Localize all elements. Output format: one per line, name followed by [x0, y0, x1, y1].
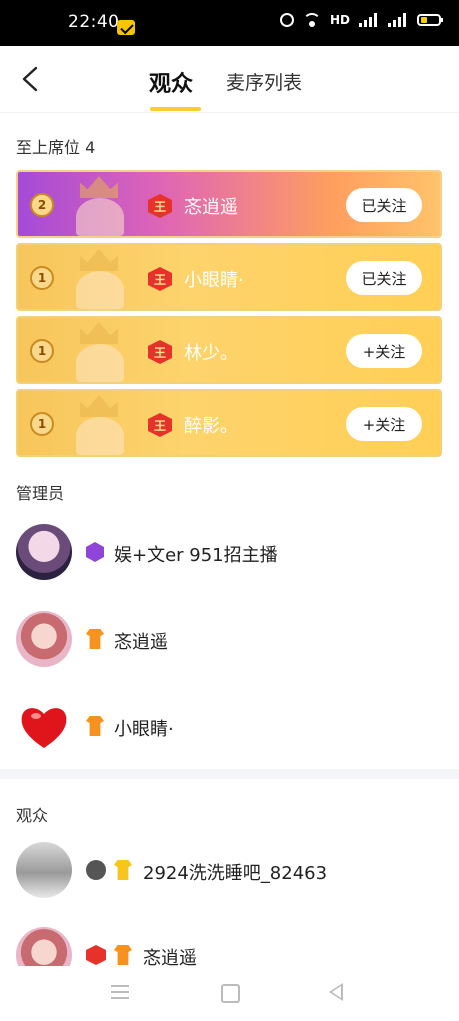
- yellow-shirt-icon: [114, 860, 132, 880]
- alarm-icon: [279, 13, 294, 27]
- rank-medal-icon: 2: [30, 193, 54, 217]
- vip-card[interactable]: 2 王 忞逍遥 已关注: [16, 170, 442, 238]
- avatar[interactable]: [16, 927, 72, 966]
- follow-button[interactable]: 已关注: [346, 261, 422, 295]
- status-icons: HD: [279, 13, 443, 27]
- king-badge-icon: 王: [148, 413, 172, 437]
- battery-icon: [417, 14, 443, 26]
- vip-name: 小眼睛·: [184, 270, 244, 291]
- signal-icon-2: [388, 13, 408, 27]
- user-name: 忞逍遥: [143, 948, 197, 966]
- king-avatar-frame: [62, 318, 142, 382]
- king-avatar-frame: [62, 391, 142, 455]
- follow-button[interactable]: +关注: [346, 334, 422, 368]
- king-badge-icon: [86, 945, 106, 965]
- level-icon: [86, 860, 106, 880]
- avatar[interactable]: [16, 842, 72, 898]
- follow-button[interactable]: 已关注: [346, 188, 422, 222]
- vip-card[interactable]: 1 王 醉影。 +关注: [16, 389, 442, 457]
- rank-medal-icon: 1: [30, 266, 54, 290]
- king-badge-icon: 王: [148, 267, 172, 291]
- vip-name: 林少。: [184, 343, 238, 364]
- notification-app-icon: [117, 20, 135, 35]
- system-nav-bar: [0, 966, 459, 1021]
- vip-name: 醉影。: [184, 416, 238, 437]
- king-avatar-frame: [62, 172, 142, 236]
- follow-button[interactable]: +关注: [346, 407, 422, 441]
- user-name: 娱+文er 951招主播: [114, 545, 278, 566]
- list-item[interactable]: 忞逍遥: [0, 927, 459, 966]
- wifi-icon: [302, 13, 321, 27]
- active-tab-indicator: [150, 107, 201, 111]
- chevron-left-icon: [22, 66, 38, 92]
- vip-name: 忞逍遥: [184, 197, 238, 218]
- admin-section-title: 管理员: [16, 484, 65, 503]
- signal-icon: [359, 13, 379, 27]
- king-avatar-frame: [62, 245, 142, 309]
- avatar[interactable]: [16, 698, 72, 754]
- section-divider: [0, 769, 459, 779]
- purple-shield-icon: [86, 542, 104, 562]
- back-triangle-icon[interactable]: [329, 983, 343, 1001]
- top-nav: 观众 麦序列表: [0, 46, 459, 113]
- heart-icon: [21, 708, 67, 748]
- user-name: 2924洗洗睡吧_82463: [143, 863, 328, 884]
- user-name: 小眼睛·: [114, 719, 174, 740]
- vip-card[interactable]: 1 王 小眼睛· 已关注: [16, 243, 442, 311]
- king-badge-icon: 王: [148, 340, 172, 364]
- status-bar: 22:40 HD: [0, 0, 459, 46]
- list-item[interactable]: 忞逍遥: [0, 611, 459, 671]
- orange-shirt-icon: [86, 716, 104, 736]
- back-button[interactable]: [18, 64, 44, 94]
- king-badge-icon: 王: [148, 194, 172, 218]
- audience-section-title: 观众: [16, 806, 49, 825]
- tab-mic-queue[interactable]: 麦序列表: [226, 68, 302, 95]
- avatar[interactable]: [16, 524, 72, 580]
- menu-icon[interactable]: [111, 985, 129, 999]
- list-item[interactable]: 2924洗洗睡吧_82463: [0, 842, 459, 902]
- vip-section-title: 至上席位 4: [16, 138, 96, 157]
- status-time: 22:40: [68, 12, 120, 32]
- home-icon[interactable]: [221, 984, 240, 1003]
- rank-medal-icon: 1: [30, 412, 54, 436]
- rank-medal-icon: 1: [30, 339, 54, 363]
- avatar[interactable]: [16, 611, 72, 667]
- orange-shirt-icon: [86, 629, 104, 649]
- network-type: HD: [329, 13, 350, 27]
- list-item[interactable]: 娱+文er 951招主播: [0, 524, 459, 584]
- tab-audience[interactable]: 观众: [149, 66, 193, 98]
- orange-shirt-icon: [114, 945, 132, 965]
- list-item[interactable]: 小眼睛·: [0, 698, 459, 758]
- vip-card[interactable]: 1 王 林少。 +关注: [16, 316, 442, 384]
- user-name: 忞逍遥: [114, 632, 168, 653]
